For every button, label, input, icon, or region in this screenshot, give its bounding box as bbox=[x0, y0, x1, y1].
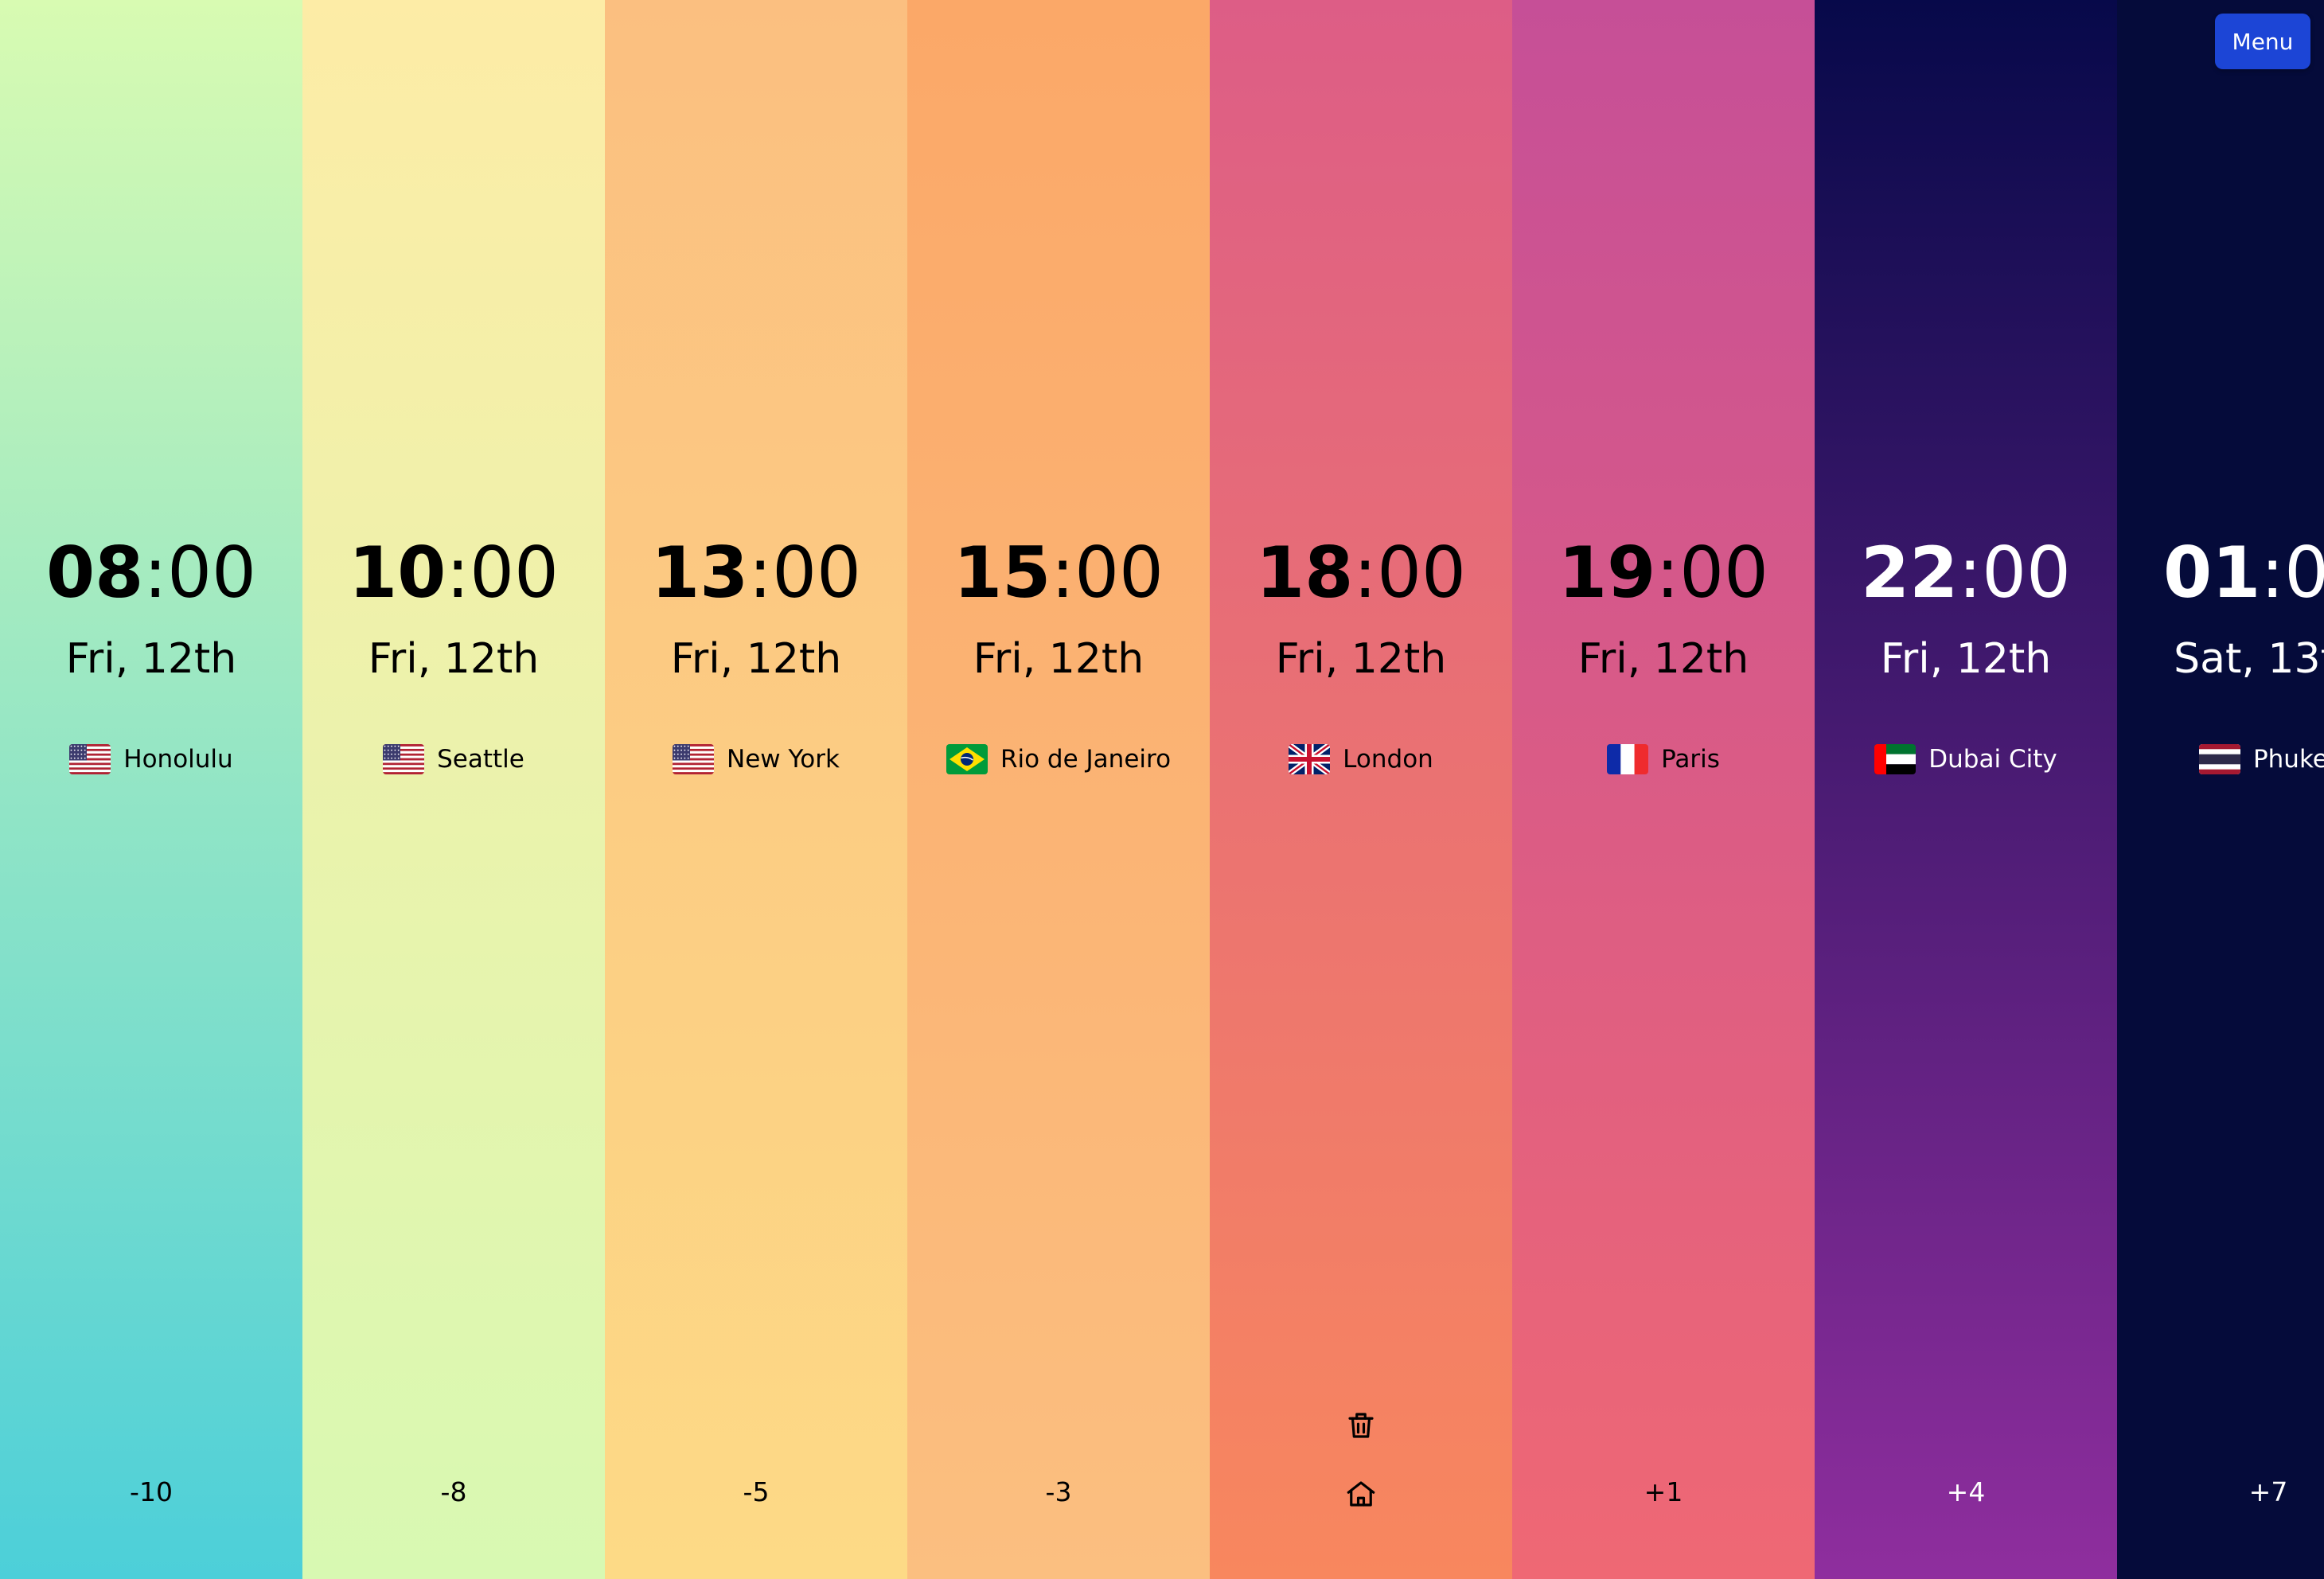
date-label: Fri, 12th bbox=[368, 635, 540, 683]
city-label: Paris bbox=[1512, 737, 1815, 782]
city-name: Honolulu bbox=[123, 745, 233, 774]
time-hour: 18 bbox=[1255, 532, 1354, 614]
date-label: Fri, 12th bbox=[65, 635, 237, 683]
timezone-column[interactable]: 15:00 Fri, 12th Rio de Janeiro -3 bbox=[907, 0, 1210, 1579]
time-minute: :00 bbox=[2260, 532, 2324, 614]
us-flag-icon bbox=[383, 744, 425, 774]
time-display: 08:00 bbox=[0, 529, 302, 617]
time-minute: :00 bbox=[1051, 532, 1164, 614]
city-name: Paris bbox=[1661, 745, 1720, 774]
time-display: 18:00 bbox=[1210, 529, 1512, 617]
city-label: Phuket bbox=[2117, 737, 2324, 782]
time-hour: 15 bbox=[953, 532, 1051, 614]
time-minute: :00 bbox=[1655, 532, 1769, 614]
city-label: New York bbox=[605, 737, 907, 782]
city-name: Dubai City bbox=[1928, 745, 2057, 774]
city-name: Seattle bbox=[437, 745, 524, 774]
timezone-columns: 08:00 Fri, 12th Honolulu -10 10:00 Fri, 12th S… bbox=[0, 0, 2324, 1579]
time-hour: 01 bbox=[2162, 532, 2261, 614]
timezone-column[interactable]: 22:00 Fri, 12th Dubai City +4 bbox=[1815, 0, 2117, 1579]
date-label: Fri, 12th bbox=[973, 635, 1144, 683]
timezone-column[interactable]: 18:00 Fri, 12th London bbox=[1210, 0, 1512, 1579]
date-label: Fri, 12th bbox=[1880, 635, 2052, 683]
time-display: 22:00 bbox=[1815, 529, 2117, 617]
date-label: Fri, 12th bbox=[1275, 635, 1447, 683]
timezone-column[interactable]: 19:00 Fri, 12th Paris +1 bbox=[1512, 0, 1815, 1579]
us-flag-icon bbox=[69, 744, 111, 774]
utc-offset: -3 bbox=[1045, 1476, 1072, 1507]
time-display: 19:00 bbox=[1512, 529, 1815, 617]
time-minute: :00 bbox=[446, 532, 560, 614]
time-display: 01:00 bbox=[2117, 529, 2324, 617]
date-label: Sat, 13th bbox=[2174, 635, 2324, 683]
uk-flag-icon bbox=[1289, 744, 1331, 774]
utc-offset: -8 bbox=[440, 1476, 467, 1507]
us-flag-icon bbox=[673, 744, 715, 774]
menu-button[interactable]: Menu bbox=[2215, 14, 2310, 69]
utc-offset: -5 bbox=[743, 1476, 770, 1507]
city-label: Seattle bbox=[302, 737, 605, 782]
time-hour: 19 bbox=[1558, 532, 1656, 614]
city-name: New York bbox=[727, 745, 840, 774]
timezone-column[interactable]: 10:00 Fri, 12th Seattle -8 bbox=[302, 0, 605, 1579]
time-hour: 08 bbox=[45, 532, 144, 614]
utc-offset: +1 bbox=[1644, 1476, 1683, 1507]
city-label: Rio de Janeiro bbox=[907, 737, 1210, 782]
city-name: London bbox=[1343, 745, 1433, 774]
date-label: Fri, 12th bbox=[670, 635, 842, 683]
time-display: 10:00 bbox=[302, 529, 605, 617]
time-minute: :00 bbox=[1353, 532, 1467, 614]
time-hour: 22 bbox=[1860, 532, 1959, 614]
home-icon bbox=[1344, 1477, 1378, 1511]
city-name: Phuket bbox=[2252, 745, 2324, 774]
timezone-column[interactable]: 13:00 Fri, 12th New York -5 bbox=[605, 0, 907, 1579]
uae-flag-icon bbox=[1874, 744, 1917, 774]
utc-offset: -10 bbox=[130, 1476, 173, 1507]
time-hour: 13 bbox=[650, 532, 749, 614]
time-hour: 10 bbox=[348, 532, 446, 614]
trash-icon[interactable] bbox=[1344, 1409, 1378, 1442]
city-label: Dubai City bbox=[1815, 737, 2117, 782]
time-minute: :00 bbox=[748, 532, 862, 614]
date-label: Fri, 12th bbox=[1577, 635, 1749, 683]
brazil-flag-icon bbox=[946, 744, 988, 774]
city-label: London bbox=[1210, 737, 1512, 782]
city-name: Rio de Janeiro bbox=[1000, 745, 1172, 774]
timezone-column[interactable]: 08:00 Fri, 12th Honolulu -10 bbox=[0, 0, 302, 1579]
utc-offset: +4 bbox=[1946, 1476, 1986, 1507]
timezone-column[interactable]: 01:00 Sat, 13th Phuket +7 bbox=[2117, 0, 2324, 1579]
france-flag-icon bbox=[1607, 744, 1649, 774]
time-display: 15:00 bbox=[907, 529, 1210, 617]
utc-offset: +7 bbox=[2248, 1476, 2288, 1507]
time-minute: :00 bbox=[143, 532, 257, 614]
time-display: 13:00 bbox=[605, 529, 907, 617]
time-minute: :00 bbox=[1958, 532, 2072, 614]
thailand-flag-icon bbox=[2198, 744, 2240, 774]
city-label: Honolulu bbox=[0, 737, 302, 782]
